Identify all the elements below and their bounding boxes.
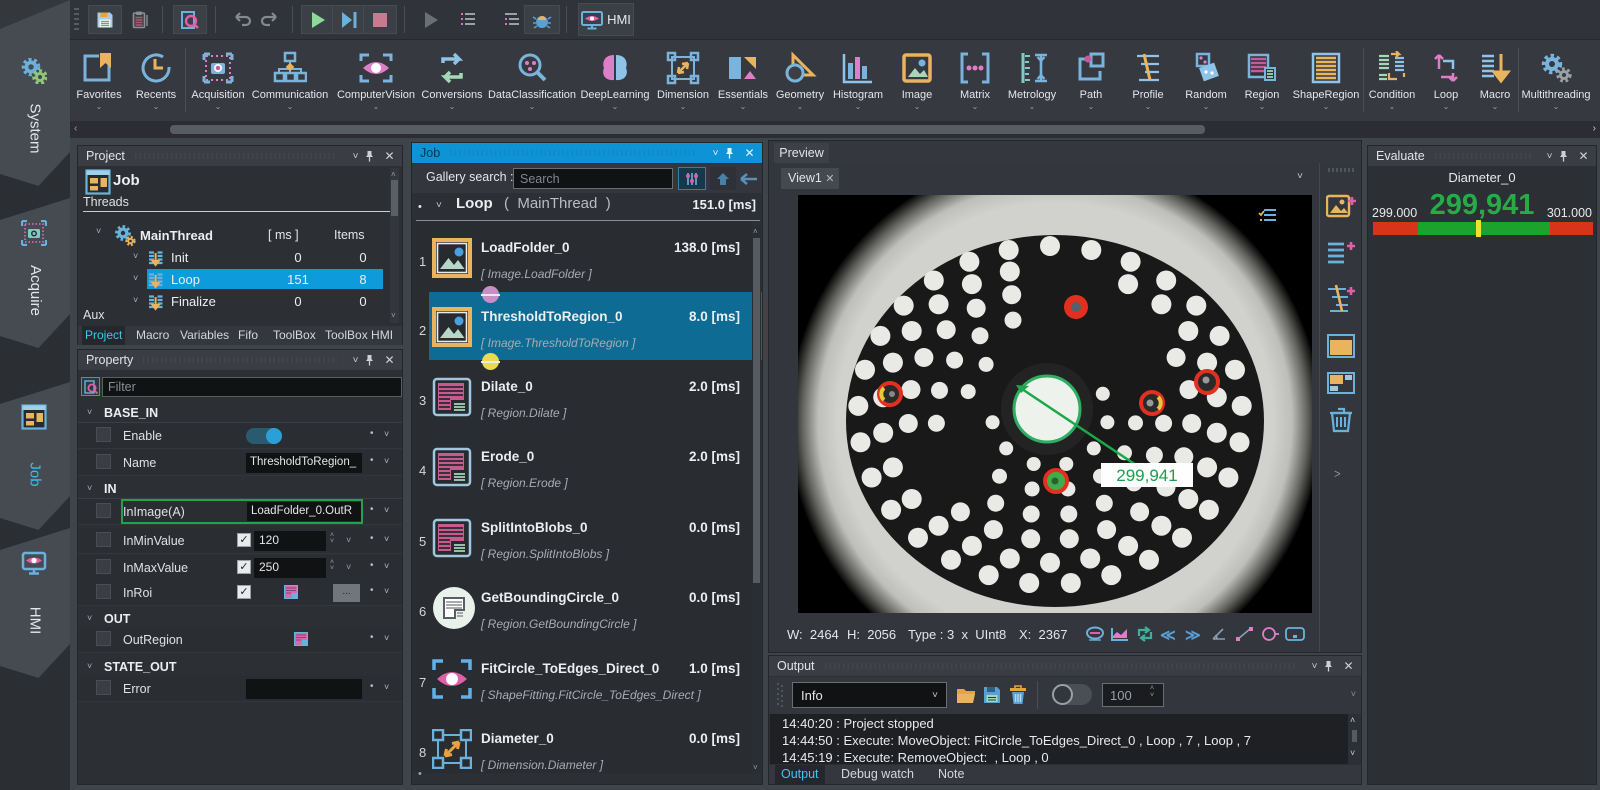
svg-text:299,941: 299,941: [1116, 466, 1177, 485]
